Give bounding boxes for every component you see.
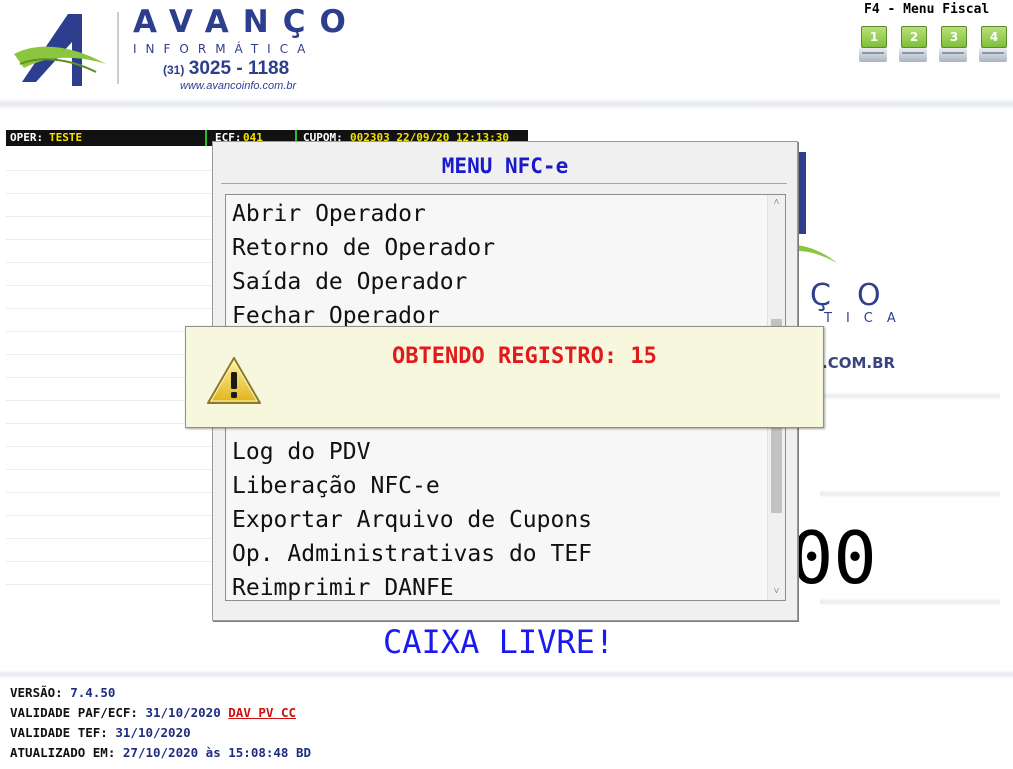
validade-paf-label: VALIDADE PAF/ECF: bbox=[10, 705, 138, 720]
grid-row-line bbox=[6, 561, 216, 562]
scroll-up-icon[interactable]: ˄ bbox=[768, 195, 785, 211]
atualizado-row: ATUALIZADO EM: 27/10/2020 às 15:08:48 BD bbox=[10, 743, 311, 763]
atualizado-label: ATUALIZADO EM: bbox=[10, 745, 116, 760]
background-divider bbox=[820, 490, 1000, 498]
caixa-status: CAIXA LIVRE! bbox=[383, 623, 615, 661]
fiscal-key-label: 4 bbox=[981, 26, 1007, 48]
alert-message: OBTENDO REGISTRO: 15 bbox=[392, 344, 657, 369]
versao-label: VERSÃO: bbox=[10, 685, 63, 700]
grid-row-line bbox=[6, 239, 216, 240]
versao-value: 7.4.50 bbox=[70, 685, 116, 700]
fiscal-key-1[interactable]: 1 bbox=[859, 26, 887, 66]
grid-row-line bbox=[6, 216, 216, 217]
keyboard-icon bbox=[859, 48, 887, 62]
grid-row-line bbox=[6, 170, 216, 171]
grid-row-line bbox=[6, 193, 216, 194]
avanco-logo-icon bbox=[14, 14, 106, 86]
fiscal-key-label: 3 bbox=[941, 26, 967, 48]
background-brand-subtitle: TICA bbox=[824, 311, 910, 326]
fiscal-key-4[interactable]: 4 bbox=[979, 26, 1007, 66]
menu-item-saida-operador[interactable]: Saída de Operador bbox=[232, 265, 467, 299]
grid-row-line bbox=[6, 285, 216, 286]
oper-value: TESTE bbox=[49, 131, 83, 144]
menu-item-log-pdv[interactable]: Log do PDV bbox=[232, 435, 370, 469]
header-divider bbox=[0, 98, 1013, 110]
keyboard-icon bbox=[939, 48, 967, 62]
sale-total-display: 00 bbox=[790, 516, 877, 600]
fiscal-keys: 1 2 3 4 bbox=[859, 26, 1007, 66]
brand-subtitle: INFORMÁTICA bbox=[133, 42, 315, 56]
fiscal-key-label: 2 bbox=[901, 26, 927, 48]
menu-item-liberacao-nfce[interactable]: Liberação NFC-e bbox=[232, 469, 440, 503]
keyboard-icon bbox=[979, 48, 1007, 62]
brand-name: AVANÇO bbox=[133, 4, 360, 40]
menu-title: MENU NFC-e bbox=[441, 154, 569, 178]
validade-paf-row: VALIDADE PAF/ECF: 31/10/2020 DAV PV CC bbox=[10, 703, 311, 723]
fiscal-key-2[interactable]: 2 bbox=[899, 26, 927, 66]
status-separator bbox=[205, 130, 207, 146]
fiscal-key-label: 1 bbox=[861, 26, 887, 48]
brand-website: www.avancoinfo.com.br bbox=[180, 80, 297, 92]
background-divider bbox=[820, 392, 1000, 400]
menu-item-exportar-cupons[interactable]: Exportar Arquivo de Cupons bbox=[232, 503, 592, 537]
grid-row-line bbox=[6, 492, 216, 493]
menu-item-retorno-operador[interactable]: Retorno de Operador bbox=[232, 231, 495, 265]
background-logo-mark bbox=[797, 152, 806, 234]
keyboard-icon bbox=[899, 48, 927, 62]
phone-prefix: (31) bbox=[163, 63, 185, 77]
scroll-down-icon[interactable]: ˅ bbox=[768, 584, 785, 600]
grid-row-line bbox=[6, 446, 216, 447]
grid-row-line bbox=[6, 308, 216, 309]
footer-divider bbox=[0, 670, 1013, 679]
background-brand-website: .COM.BR bbox=[822, 354, 896, 372]
menu-title-divider bbox=[221, 183, 787, 184]
alert-dialog: OBTENDO REGISTRO: 15 bbox=[185, 326, 824, 428]
grid-row-line bbox=[6, 469, 216, 470]
oper-label: OPER: bbox=[10, 131, 44, 144]
grid-row-line bbox=[6, 515, 216, 516]
menu-item-reimprimir-danfe[interactable]: Reimprimir DANFE bbox=[232, 571, 454, 600]
warning-icon bbox=[207, 357, 261, 404]
menu-item-abrir-operador[interactable]: Abrir Operador bbox=[232, 197, 426, 231]
fiscal-key-3[interactable]: 3 bbox=[939, 26, 967, 66]
versao-row: VERSÃO: 7.4.50 bbox=[10, 683, 311, 703]
phone-number: 3025 - 1188 bbox=[188, 58, 290, 79]
logo-divider bbox=[117, 12, 119, 84]
background-swoosh-icon bbox=[797, 245, 837, 263]
header: AVANÇO INFORMÁTICA (31) 3025 - 1188 www.… bbox=[0, 0, 1013, 112]
grid-row-line bbox=[6, 584, 216, 585]
brand-phone: (31) 3025 - 1188 bbox=[163, 58, 289, 80]
grid-row-line bbox=[6, 538, 216, 539]
atualizado-value: 27/10/2020 às 15:08:48 BD bbox=[122, 745, 312, 760]
grid-row-line bbox=[6, 262, 216, 263]
validade-tef-value: 31/10/2020 bbox=[115, 725, 191, 740]
validade-tef-row: VALIDADE TEF: 31/10/2020 bbox=[10, 723, 311, 743]
validade-paf-value: 31/10/2020 bbox=[145, 705, 221, 720]
menu-fiscal-title: F4 - Menu Fiscal bbox=[864, 2, 990, 17]
menu-item-op-administrativas-tef[interactable]: Op. Administrativas do TEF bbox=[232, 537, 592, 571]
validade-tef-label: VALIDADE TEF: bbox=[10, 725, 108, 740]
dav-pv-cc-link[interactable]: DAV PV CC bbox=[228, 705, 296, 720]
background-brand-text: ÇO bbox=[810, 278, 907, 313]
footer-info: VERSÃO: 7.4.50 VALIDADE PAF/ECF: 31/10/2… bbox=[10, 683, 311, 763]
